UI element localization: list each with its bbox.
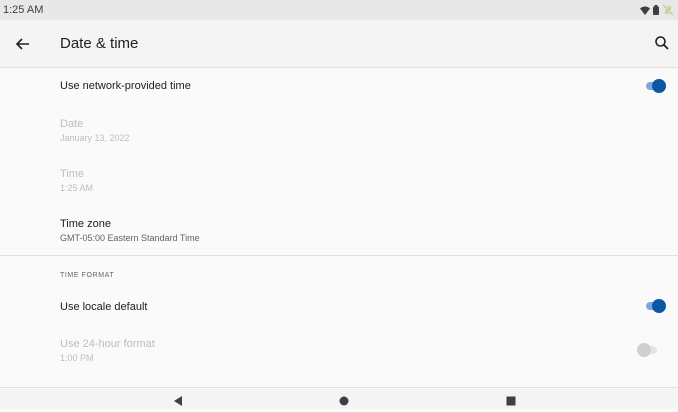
hour24-value: 1:00 PM xyxy=(60,353,94,363)
nav-back-button[interactable] xyxy=(172,394,184,406)
search-button[interactable] xyxy=(654,35,670,51)
section-divider xyxy=(0,255,678,256)
toggle-thumb xyxy=(637,343,651,357)
hour24-toggle xyxy=(637,343,659,357)
recents-square-icon xyxy=(506,396,516,406)
battery-icon xyxy=(653,5,659,15)
date-row: Date January 13, 2022 xyxy=(0,105,678,153)
back-button[interactable] xyxy=(13,34,33,54)
status-time: 1:25 AM xyxy=(3,4,44,16)
toggle-thumb xyxy=(652,79,666,93)
time-row: Time 1:25 AM xyxy=(0,155,678,203)
time-value: 1:25 AM xyxy=(60,183,94,193)
network-time-row[interactable]: Use network-provided time xyxy=(0,69,678,103)
bottom-divider xyxy=(0,387,678,388)
search-icon xyxy=(655,36,669,50)
time-format-header: TIME FORMAT xyxy=(60,272,115,279)
nav-recents-button[interactable] xyxy=(505,394,517,406)
status-bar: 1:25 AM xyxy=(0,0,678,20)
hour24-label: Use 24-hour format xyxy=(60,338,155,350)
back-triangle-icon xyxy=(174,396,182,406)
status-icons xyxy=(640,4,678,16)
date-label: Date xyxy=(60,118,84,130)
time-label: Time xyxy=(60,168,85,180)
nav-home-button[interactable] xyxy=(338,394,350,406)
time-zone-value: GMT-05:00 Eastern Standard Time xyxy=(60,233,200,243)
locale-default-label: Use locale default xyxy=(60,301,148,313)
no-charge-icon xyxy=(662,4,674,16)
date-value: January 13, 2022 xyxy=(60,133,130,143)
network-time-toggle[interactable] xyxy=(644,79,666,93)
page-title: Date & time xyxy=(60,35,139,52)
hour24-row: Use 24-hour format 1:00 PM xyxy=(0,326,678,374)
arrow-back-icon xyxy=(15,38,29,50)
wifi-icon xyxy=(640,6,650,15)
locale-default-row[interactable]: Use locale default xyxy=(0,290,678,324)
navigation-bar xyxy=(0,389,678,409)
time-zone-label: Time zone xyxy=(60,218,111,230)
app-bar: Date & time xyxy=(0,20,678,68)
time-zone-row[interactable]: Time zone GMT-05:00 Eastern Standard Tim… xyxy=(0,207,678,255)
home-circle-icon xyxy=(339,396,349,406)
network-time-label: Use network-provided time xyxy=(60,80,191,92)
locale-default-toggle[interactable] xyxy=(644,299,666,313)
toggle-thumb xyxy=(652,299,666,313)
